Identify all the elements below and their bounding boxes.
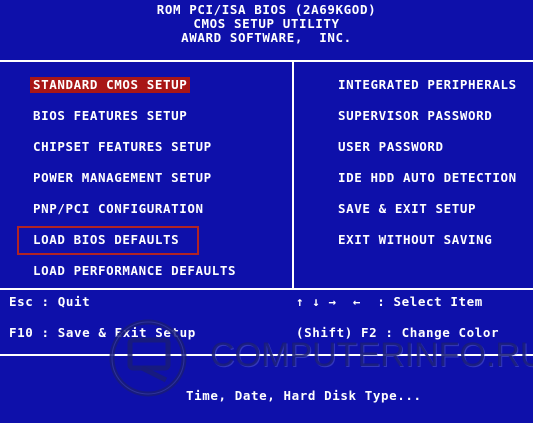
menu-item-power-management-setup[interactable]: POWER MANAGEMENT SETUP	[30, 170, 215, 186]
menu-top-border	[0, 60, 533, 62]
vendor-title: AWARD SOFTWARE, INC.	[181, 30, 352, 45]
esc-quit-hint: Esc : Quit	[9, 294, 91, 309]
select-item-hint: ↑ ↓ → ← : Select Item	[296, 294, 483, 309]
menu-item-save-and-exit-setup[interactable]: SAVE & EXIT SETUP	[335, 201, 479, 217]
utility-title: CMOS SETUP UTILITY	[193, 16, 340, 31]
menu-item-load-performance-defaults[interactable]: LOAD PERFORMANCE DEFAULTS	[30, 263, 239, 279]
menu-item-supervisor-password[interactable]: SUPERVISOR PASSWORD	[335, 108, 495, 124]
load-bios-defaults-highlight-box	[17, 226, 199, 255]
menu-item-integrated-peripherals[interactable]: INTEGRATED PERIPHERALS	[335, 77, 520, 93]
menu-item-standard-cmos-setup[interactable]: STANDARD CMOS SETUP	[30, 77, 191, 93]
menu-item-exit-without-saving[interactable]: EXIT WITHOUT SAVING	[335, 232, 495, 248]
bios-rom-title: ROM PCI/ISA BIOS (2A69KGOD)	[156, 2, 377, 17]
status-description: Time, Date, Hard Disk Type...	[186, 388, 422, 403]
menu-item-chipset-features-setup[interactable]: CHIPSET FEATURES SETUP	[30, 139, 215, 155]
shift-f2-change-color-hint: (Shift) F2 : Change Color	[296, 325, 500, 340]
menu-item-pnp-pci-configuration[interactable]: PNP/PCI CONFIGURATION	[30, 201, 207, 217]
menu-item-user-password[interactable]: USER PASSWORD	[335, 139, 447, 155]
menu-item-ide-hdd-auto-detection[interactable]: IDE HDD AUTO DETECTION	[335, 170, 520, 186]
footer-divider	[0, 354, 533, 356]
menu-item-bios-features-setup[interactable]: BIOS FEATURES SETUP	[30, 108, 190, 124]
f10-save-exit-hint: F10 : Save & Exit Setup	[9, 325, 196, 340]
menu-column-divider	[292, 60, 294, 288]
menu-bottom-border	[0, 288, 533, 290]
